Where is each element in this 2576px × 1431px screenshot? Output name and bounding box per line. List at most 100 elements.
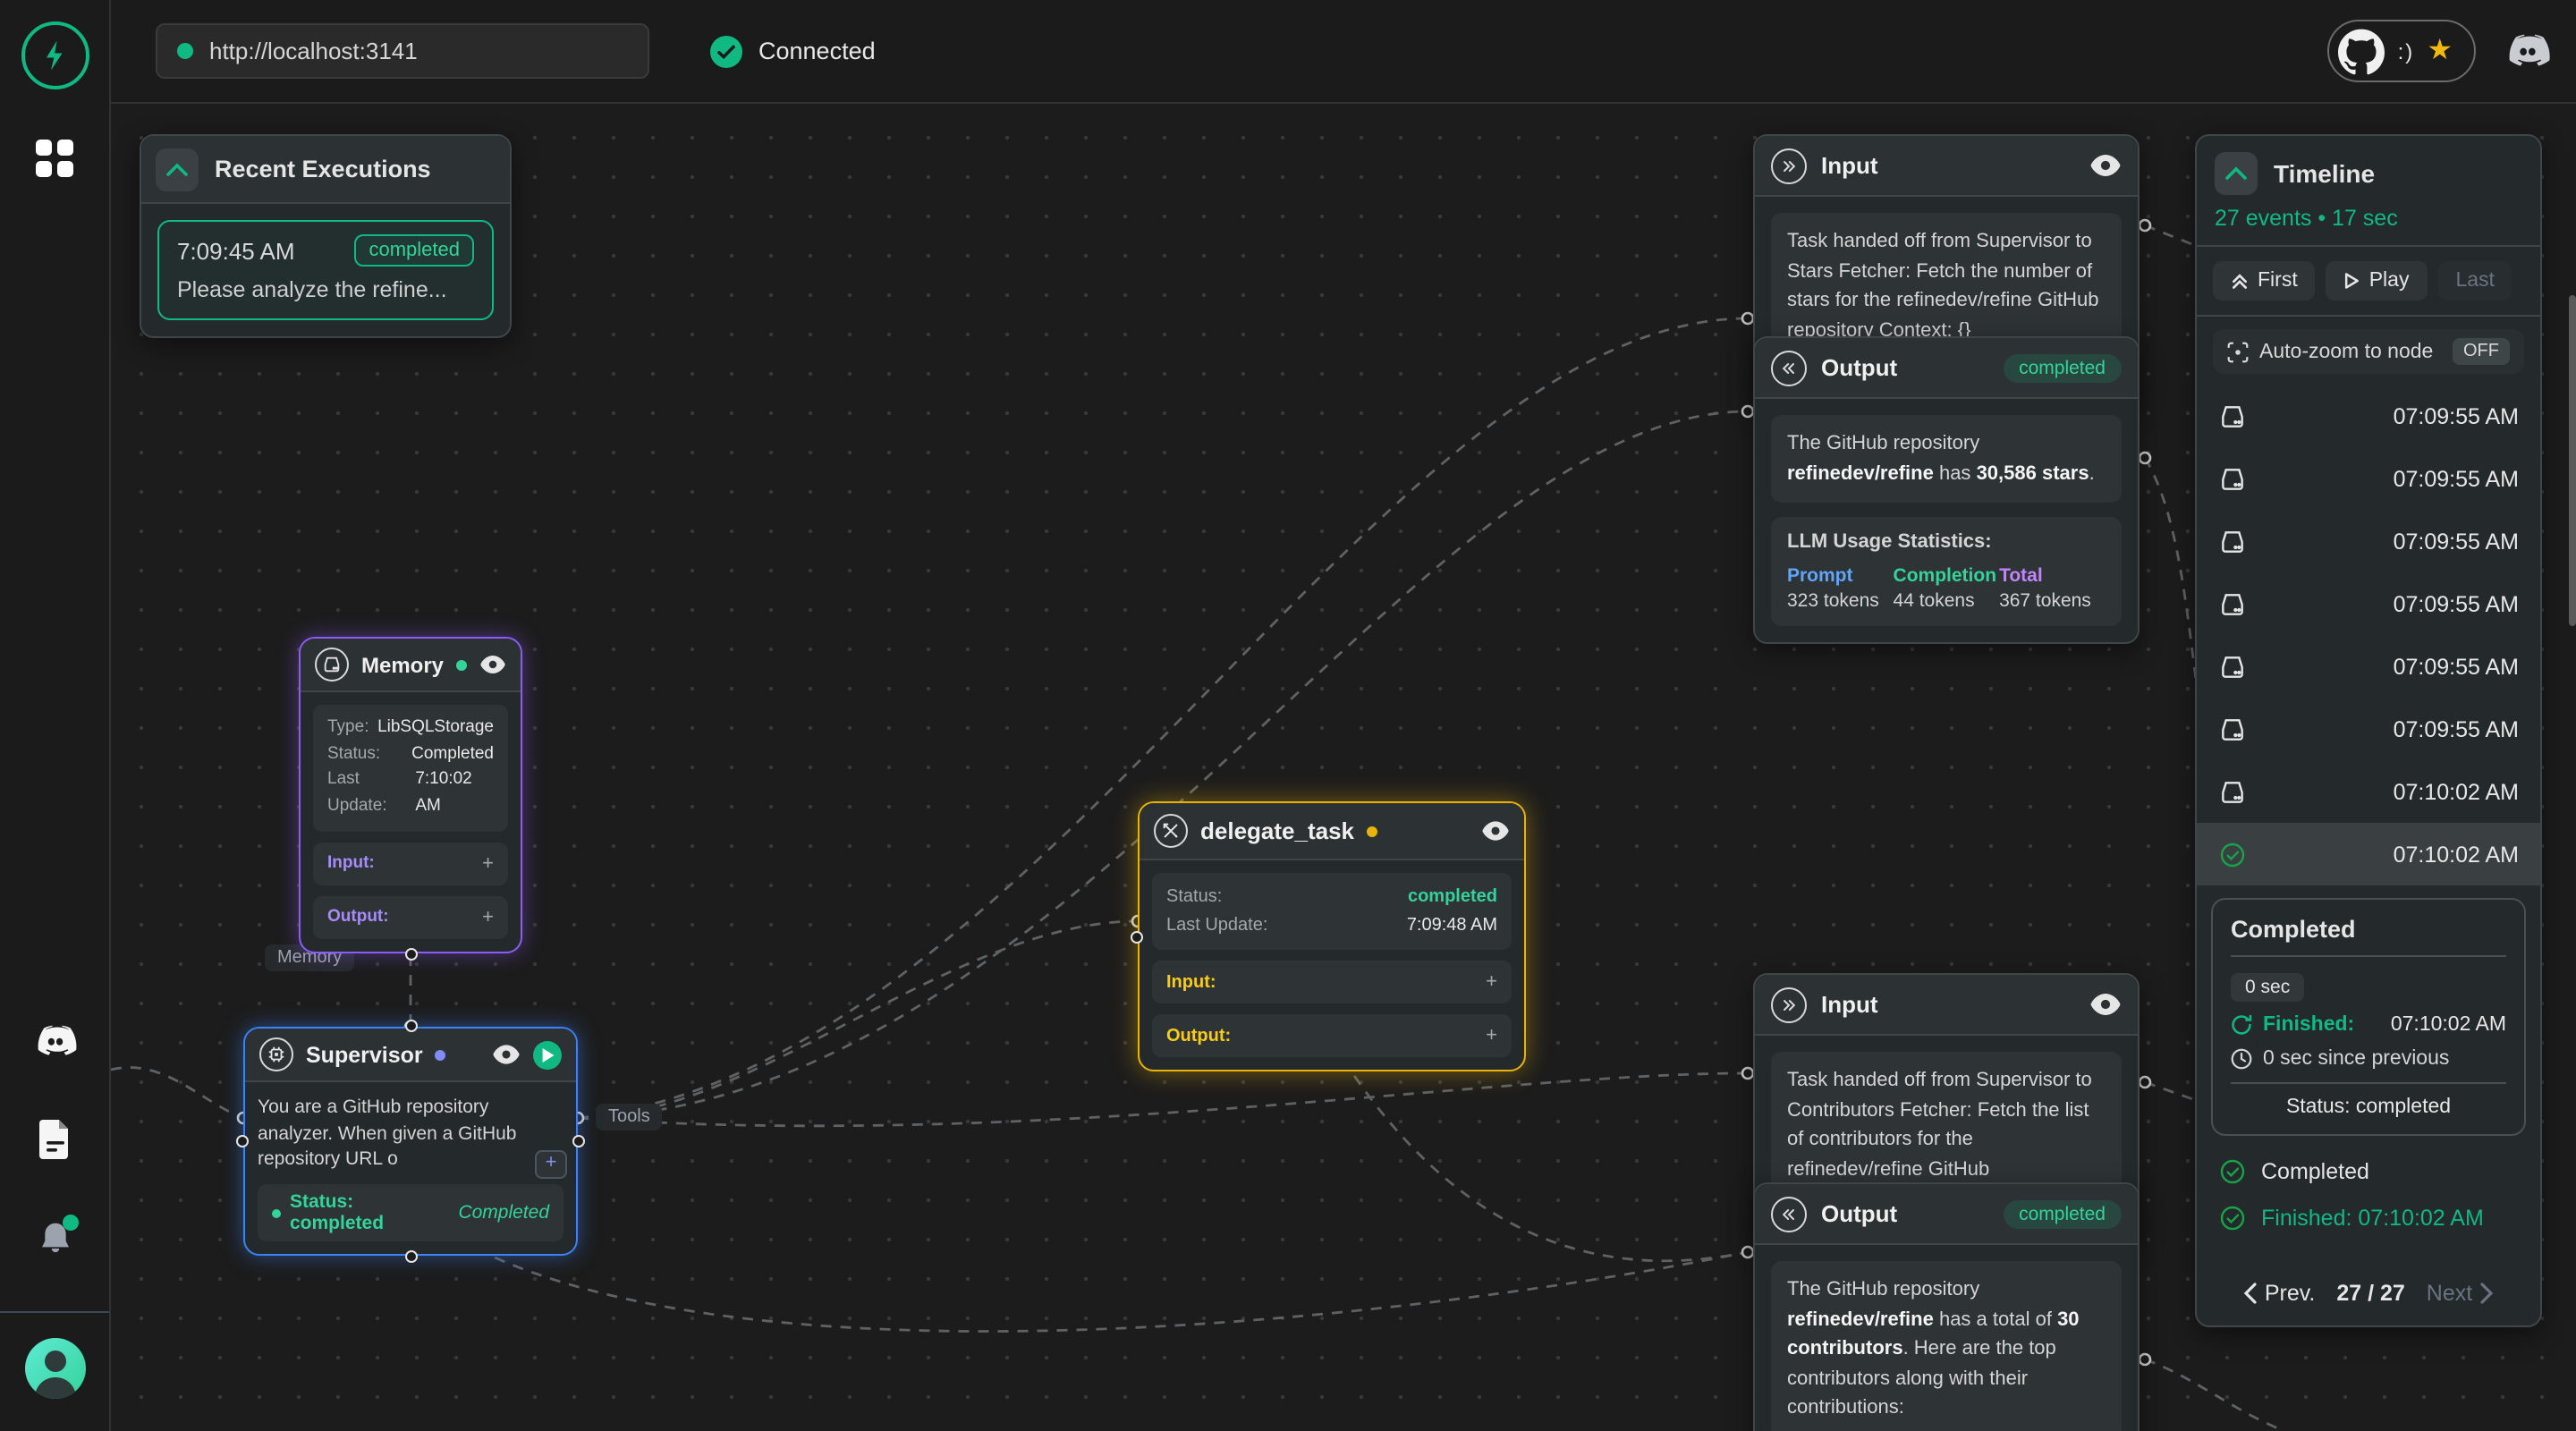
server-status-dot — [177, 43, 193, 59]
timeline-title: Timeline — [2274, 159, 2375, 188]
output-text: The GitHub repository refinedev/refine h… — [1771, 415, 2122, 503]
delegate-input-section[interactable]: Input: + — [1152, 961, 1512, 1003]
memory-input-section[interactable]: Input: + — [313, 843, 508, 885]
supervisor-node[interactable]: Supervisor You are a GitHub repository a… — [243, 1027, 578, 1256]
execution-status-badge: completed — [354, 234, 474, 267]
page-counter: 27 / 27 — [2336, 1281, 2404, 1306]
expand-plus-icon[interactable]: + — [482, 853, 494, 875]
github-star-button[interactable]: :) ★ — [2328, 20, 2476, 82]
memory-node[interactable]: Memory Type:LibSQLStorage Status:Complet… — [299, 637, 522, 953]
discord-topbar-icon[interactable] — [2504, 33, 2551, 69]
vertical-scrollbar[interactable] — [2569, 295, 2576, 626]
input-chevrons-icon — [1771, 986, 1807, 1022]
llm-stat-prompt: Prompt 323 tokens — [1787, 565, 1894, 612]
refresh-icon — [2231, 1014, 2252, 1036]
delegate-eye-icon[interactable] — [1481, 821, 1510, 841]
last-button[interactable]: Last — [2437, 261, 2512, 301]
notification-dot — [62, 1215, 78, 1231]
output-card-header: Output completed — [1755, 1184, 2138, 1245]
edge-left-stub — [111, 1068, 243, 1118]
memory-updated-value: 7:10:02 AM — [415, 768, 494, 821]
supervisor-left-handle[interactable] — [236, 1135, 249, 1147]
top-bar: http://localhost:3141 Connected :) ★ — [111, 0, 2576, 104]
expand-plus-icon[interactable]: + — [1486, 1025, 1497, 1046]
memory-bottom-handle[interactable] — [404, 948, 417, 961]
supervisor-top-handle[interactable] — [404, 1020, 417, 1032]
user-avatar[interactable] — [24, 1338, 85, 1399]
timeline-controls: First Play Last — [2197, 247, 2540, 317]
delegate-task-body: Status:completed Last Update:7:09:48 AM … — [1140, 860, 1524, 1070]
execution-item[interactable]: 7:09:45 AM completed Please analyze the … — [157, 220, 494, 320]
auto-zoom-state: OFF — [2453, 338, 2510, 365]
app-logo-icon[interactable] — [21, 21, 89, 89]
notifications-bell-icon[interactable] — [37, 1220, 72, 1268]
since-previous-text: 0 sec since previous — [2263, 1048, 2449, 1070]
timeline-event-row[interactable]: 07:09:55 AM — [2197, 385, 2540, 447]
discord-icon[interactable] — [33, 1025, 76, 1068]
auto-zoom-wrap: Auto-zoom to node OFF — [2197, 317, 2540, 385]
memory-event-icon — [2218, 715, 2247, 743]
play-button[interactable]: Play — [2326, 261, 2428, 301]
delegate-task-node[interactable]: delegate_task Status:completed Last Upda… — [1138, 801, 1526, 1071]
llm-usage-title: LLM Usage Statistics: — [1787, 531, 2106, 553]
event-status-text: Status: completed — [2231, 1097, 2506, 1118]
memory-output-section[interactable]: Output: + — [313, 896, 508, 939]
expand-plus-button[interactable]: + — [535, 1150, 567, 1179]
delegate-status-dot — [1367, 826, 1377, 836]
event-detail-title: Completed — [2231, 916, 2506, 943]
delegate-output-section[interactable]: Output: + — [1152, 1014, 1512, 1057]
supervisor-eye-icon[interactable] — [492, 1045, 521, 1064]
timeline-event-row[interactable]: 07:09:55 AM — [2197, 572, 2540, 635]
expand-plus-icon[interactable]: + — [1486, 971, 1497, 993]
left-sidebar — [0, 0, 111, 1431]
supervisor-bottom-handle[interactable] — [404, 1250, 417, 1263]
edge-label-tools: Tools — [596, 1104, 663, 1130]
timeline-summary: 27 events • 17 sec — [2215, 206, 2522, 231]
memory-status-value: Completed — [411, 741, 494, 767]
memory-event-icon — [2218, 402, 2247, 430]
timeline-collapse-chevron-icon[interactable] — [2215, 152, 2258, 195]
check-circle-icon — [2218, 840, 2247, 868]
apps-grid-icon[interactable] — [35, 140, 74, 179]
output-card-title: Output — [1821, 1200, 1897, 1227]
expand-plus-icon[interactable]: + — [482, 907, 494, 928]
prev-button[interactable]: Prev. — [2243, 1281, 2316, 1306]
input-card-eye-icon[interactable] — [2089, 993, 2122, 1016]
memory-status-dot — [456, 659, 467, 670]
timeline-event-row-selected[interactable]: 07:10:02 AM — [2197, 823, 2540, 885]
edge-supervisor-input2 — [578, 1073, 1748, 1126]
timeline-event-row[interactable]: 07:09:55 AM — [2197, 698, 2540, 760]
docs-icon[interactable] — [37, 1118, 72, 1170]
edge-supervisor-delegate — [578, 921, 1138, 1118]
server-url-input[interactable]: http://localhost:3141 — [156, 23, 649, 79]
output-card-stars: Output completed The GitHub repository r… — [1753, 336, 2140, 644]
timeline-event-row[interactable]: 07:09:55 AM — [2197, 510, 2540, 572]
delegate-input-label: Input: — [1166, 972, 1216, 992]
event-detail-card: Completed 0 sec Finished: 07:10:02 AM 0 … — [2211, 898, 2526, 1136]
input-text: Task handed off from Supervisor to Contr… — [1771, 1052, 2122, 1198]
collapse-chevron-icon[interactable] — [156, 148, 199, 191]
output-chevrons-icon — [1771, 350, 1807, 385]
timeline-event-row[interactable]: 07:09:55 AM — [2197, 447, 2540, 510]
github-icon — [2339, 28, 2385, 74]
auto-zoom-toggle[interactable]: Auto-zoom to node OFF — [2213, 329, 2524, 374]
first-button[interactable]: First — [2213, 261, 2316, 301]
supervisor-right-handle[interactable] — [572, 1135, 585, 1147]
input-card-eye-icon[interactable] — [2089, 154, 2122, 177]
timeline-event-row[interactable]: 07:09:55 AM — [2197, 635, 2540, 698]
memory-eye-icon[interactable] — [479, 655, 506, 674]
check-circle-icon — [2218, 1157, 2247, 1186]
edge-stub-4 — [2145, 1359, 2284, 1431]
supervisor-play-button[interactable] — [533, 1040, 562, 1069]
focus-icon — [2227, 341, 2249, 362]
next-button[interactable]: Next — [2427, 1281, 2494, 1306]
supervisor-node-header: Supervisor — [245, 1029, 576, 1082]
connection-status: Connected — [710, 35, 876, 67]
llm-stat-total: Total 367 tokens — [1999, 565, 2106, 612]
delegate-status-value: completed — [1408, 884, 1497, 911]
chevron-right-icon — [2479, 1283, 2494, 1304]
timeline-event-row[interactable]: 07:10:02 AM — [2197, 760, 2540, 823]
delegate-left-handle[interactable] — [1131, 930, 1143, 943]
supervisor-status-row: Status: completed Completed — [258, 1184, 564, 1241]
auto-zoom-label: Auto-zoom to node — [2259, 341, 2433, 362]
